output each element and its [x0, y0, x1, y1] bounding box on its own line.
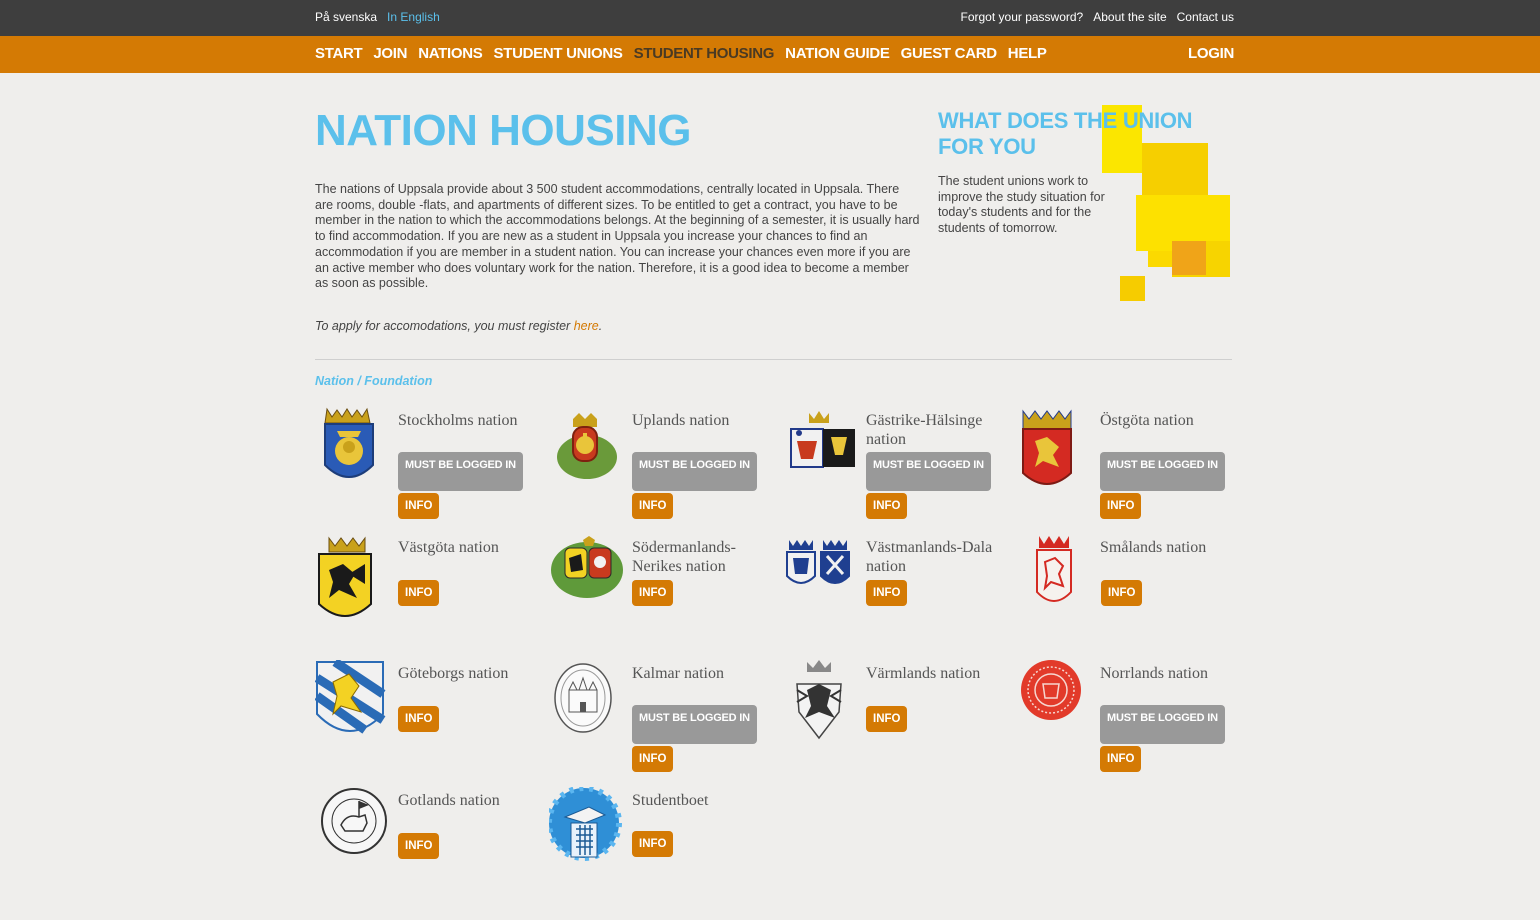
- section-divider: [315, 359, 1232, 360]
- gotlands-crest-icon: [315, 787, 393, 869]
- nation-smalands: Smålands nation INFO: [1017, 534, 1251, 654]
- studentboet-logo-icon: [546, 785, 627, 869]
- nav-item-student-unions[interactable]: STUDENT UNIONS: [494, 45, 623, 62]
- about-site-link[interactable]: About the site: [1093, 10, 1166, 24]
- gastrike-halsinge-crest-icon: [783, 407, 861, 489]
- nation-kalmar: Kalmar nation MUST BE LOGGED IN INFO: [549, 660, 783, 780]
- nation-name: Smålands nation: [1100, 539, 1207, 556]
- lang-english-link[interactable]: In English: [387, 10, 440, 24]
- must-be-logged-in-button[interactable]: MUST BE LOGGED IN: [1100, 705, 1225, 744]
- info-button[interactable]: INFO: [1100, 493, 1142, 519]
- nav-item-help[interactable]: HELP: [1008, 45, 1047, 62]
- sodermanlands-nerikes-crest-icon: [549, 534, 627, 616]
- apply-text: To apply for accomodations, you must reg…: [315, 319, 602, 333]
- side-title: WHAT DOES THE UNION FOR YOU: [938, 108, 1193, 159]
- nation-name: Värmlands nation: [866, 665, 981, 682]
- info-button[interactable]: INFO: [398, 706, 440, 732]
- norrlands-crest-icon: [1017, 660, 1095, 742]
- info-button[interactable]: INFO: [632, 746, 674, 772]
- info-button[interactable]: INFO: [632, 831, 674, 857]
- must-be-logged-in-button[interactable]: MUST BE LOGGED IN: [632, 705, 757, 744]
- goteborgs-crest-icon: [314, 658, 393, 742]
- info-button[interactable]: INFO: [1100, 746, 1142, 772]
- info-button[interactable]: INFO: [632, 493, 674, 519]
- info-button[interactable]: INFO: [866, 580, 908, 606]
- nation-name: Norrlands nation: [1100, 665, 1208, 682]
- nation-name: Västmanlands-Dala nation: [866, 539, 993, 575]
- info-button[interactable]: INFO: [1101, 580, 1143, 606]
- info-button[interactable]: INFO: [398, 833, 440, 859]
- info-button[interactable]: INFO: [866, 706, 908, 732]
- nation-name: Kalmar nation: [632, 665, 724, 682]
- must-be-logged-in-button[interactable]: MUST BE LOGGED IN: [398, 452, 523, 491]
- nation-ostgota: Östgöta nation MUST BE LOGGED IN INFO: [1017, 407, 1251, 527]
- nation-name: Södermanlands-Nerikes nation: [632, 539, 736, 575]
- forgot-password-link[interactable]: Forgot your password?: [961, 10, 1084, 24]
- nation-gastrike-halsinge: Gästrike-Hälsinge nation MUST BE LOGGED …: [783, 407, 1017, 527]
- nation-gotlands: Gotlands nation INFO: [315, 787, 549, 907]
- intro-text: The nations of Uppsala provide about 3 5…: [315, 182, 920, 291]
- main-nav: START JOIN NATIONS STUDENT UNIONS STUDEN…: [0, 36, 1540, 73]
- apply-prefix: To apply for accomodations, you must reg…: [315, 319, 574, 333]
- nav-item-guest-card[interactable]: GUEST CARD: [901, 45, 997, 62]
- uplands-crest-icon: [549, 407, 627, 489]
- nation-name: Gotlands nation: [398, 792, 500, 809]
- page-title: NATION HOUSING: [315, 106, 691, 155]
- utility-links: Forgot your password? About the site Con…: [961, 10, 1235, 24]
- vastmanlands-dala-crest-icon: [783, 534, 861, 616]
- ostgota-crest-icon: [1017, 407, 1095, 489]
- nation-goteborgs: Göteborgs nation INFO: [314, 658, 549, 780]
- nation-name: Göteborgs nation: [398, 665, 509, 682]
- nation-sodermanlands-nerikes: Södermanlands-Nerikes nation INFO: [549, 534, 783, 654]
- nation-name: Östgöta nation: [1100, 412, 1194, 429]
- nation-vastgota: Västgöta nation INFO: [315, 534, 549, 654]
- apply-suffix: .: [598, 319, 603, 333]
- nation-vastmanlands-dala: Västmanlands-Dala nation INFO: [783, 534, 1017, 654]
- nation-name: Uplands nation: [632, 412, 730, 429]
- nation-name: Studentboet: [632, 792, 709, 809]
- top-bar: På svenska In English Forgot your passwo…: [0, 0, 1540, 36]
- kalmar-crest-icon: [549, 660, 627, 742]
- section-label: Nation / Foundation: [315, 374, 433, 388]
- nav-item-nation-guide[interactable]: NATION GUIDE: [785, 45, 890, 62]
- nav-item-nations[interactable]: NATIONS: [418, 45, 483, 62]
- info-button[interactable]: INFO: [632, 580, 674, 606]
- contact-us-link[interactable]: Contact us: [1177, 10, 1234, 24]
- lang-swedish-link[interactable]: På svenska: [315, 10, 377, 24]
- side-text: The student unions work to improve the s…: [938, 174, 1105, 236]
- varmlands-crest-icon: [783, 660, 861, 742]
- smalands-crest-icon: [1017, 534, 1095, 616]
- must-be-logged-in-button[interactable]: MUST BE LOGGED IN: [632, 452, 757, 491]
- nav-item-student-housing[interactable]: STUDENT HOUSING: [634, 45, 775, 62]
- register-link[interactable]: here: [574, 319, 599, 333]
- nation-name: Gästrike-Hälsinge nation: [866, 412, 983, 448]
- nav-items: START JOIN NATIONS STUDENT UNIONS STUDEN…: [315, 45, 1047, 62]
- must-be-logged-in-button[interactable]: MUST BE LOGGED IN: [866, 452, 991, 491]
- info-button[interactable]: INFO: [866, 493, 908, 519]
- nation-name: Stockholms nation: [398, 412, 518, 429]
- vastgota-crest-icon: [315, 534, 393, 617]
- stockholms-crest-icon: [315, 407, 393, 489]
- nav-item-join[interactable]: JOIN: [373, 45, 407, 62]
- nation-norrlands: Norrlands nation MUST BE LOGGED IN INFO: [1017, 660, 1251, 780]
- nation-varmlands: Värmlands nation INFO: [783, 660, 1017, 780]
- nation-stockholms: Stockholms nation MUST BE LOGGED IN INFO: [315, 407, 549, 527]
- info-button[interactable]: INFO: [398, 580, 440, 606]
- nation-name: Västgöta nation: [398, 539, 499, 556]
- nation-studentboet: Studentboet INFO: [546, 785, 783, 907]
- nav-item-start[interactable]: START: [315, 45, 363, 62]
- must-be-logged-in-button[interactable]: MUST BE LOGGED IN: [1100, 452, 1225, 491]
- nation-uplands: Uplands nation MUST BE LOGGED IN INFO: [549, 407, 783, 527]
- login-link[interactable]: LOGIN: [1188, 45, 1234, 62]
- language-switcher: På svenska In English: [315, 10, 440, 24]
- info-button[interactable]: INFO: [398, 493, 440, 519]
